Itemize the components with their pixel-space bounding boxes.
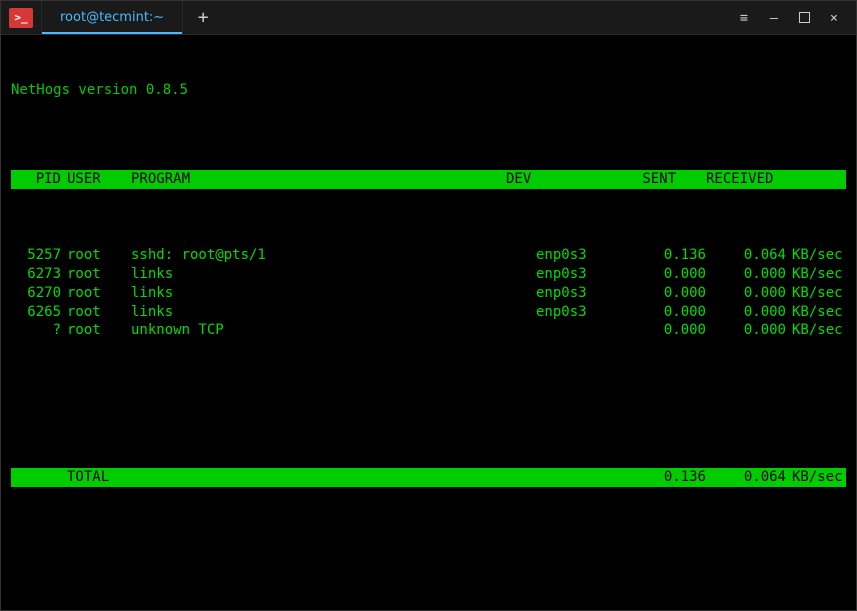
terminal-output: NetHogs version 0.8.5 PID USER PROGRAM D… xyxy=(1,35,856,513)
titlebar: >_ root@tecmint:~ + ≡ – × xyxy=(1,1,856,35)
cell-program: links xyxy=(131,303,536,322)
cell-recv: 0.000 xyxy=(706,321,786,340)
cell-pid: 6273 xyxy=(11,265,61,284)
col-user: USER xyxy=(61,170,131,189)
table-row: ?rootunknown TCP0.0000.000KB/sec xyxy=(11,321,846,340)
cell-dev: enp0s3 xyxy=(536,284,626,303)
tab-title: root@tecmint:~ xyxy=(60,10,164,25)
tab-active[interactable]: root@tecmint:~ xyxy=(41,1,183,34)
cell-program: links xyxy=(131,265,536,284)
cell-program: sshd: root@pts/1 xyxy=(131,246,536,265)
cell-sent: 0.000 xyxy=(626,265,706,284)
cell-recv: 0.000 xyxy=(706,284,786,303)
cell-unit: KB/sec xyxy=(786,246,846,265)
total-pad xyxy=(11,468,61,487)
minimize-button[interactable]: – xyxy=(766,10,782,26)
total-prog-pad xyxy=(131,468,536,487)
col-sent: SENT xyxy=(596,170,676,189)
cell-user: root xyxy=(61,321,131,340)
col-pid: PID xyxy=(11,170,61,189)
col-received: RECEIVED xyxy=(676,170,786,189)
col-unit xyxy=(786,170,846,189)
table-row: 6273rootlinksenp0s30.0000.000KB/sec xyxy=(11,265,846,284)
total-label: TOTAL xyxy=(61,468,131,487)
cell-pid: ? xyxy=(11,321,61,340)
cell-pid: 6265 xyxy=(11,303,61,322)
cell-sent: 0.000 xyxy=(626,321,706,340)
cell-sent: 0.000 xyxy=(626,303,706,322)
total-dev-pad xyxy=(536,468,626,487)
cell-sent: 0.136 xyxy=(626,246,706,265)
table-row: 6265rootlinksenp0s30.0000.000KB/sec xyxy=(11,303,846,322)
cell-program: links xyxy=(131,284,536,303)
table-header: PID USER PROGRAM DEV SENT RECEIVED xyxy=(11,170,846,189)
close-icon: × xyxy=(830,10,838,26)
cell-user: root xyxy=(61,265,131,284)
hamburger-icon: ≡ xyxy=(740,10,748,26)
cell-user: root xyxy=(61,284,131,303)
cell-unit: KB/sec xyxy=(786,284,846,303)
cell-recv: 0.000 xyxy=(706,265,786,284)
window-controls: ≡ – × xyxy=(722,1,856,34)
cell-sent: 0.000 xyxy=(626,284,706,303)
cell-dev: enp0s3 xyxy=(536,246,626,265)
spacer-row xyxy=(11,397,846,411)
terminal-icon: >_ xyxy=(9,8,33,28)
total-unit: KB/sec xyxy=(786,468,846,487)
cell-pid: 5257 xyxy=(11,246,61,265)
cell-unit: KB/sec xyxy=(786,321,846,340)
cell-dev: enp0s3 xyxy=(536,303,626,322)
cell-program: unknown TCP xyxy=(131,321,536,340)
cell-pid: 6270 xyxy=(11,284,61,303)
cell-dev: enp0s3 xyxy=(536,265,626,284)
table-row: 6270rootlinksenp0s30.0000.000KB/sec xyxy=(11,284,846,303)
maximize-button[interactable] xyxy=(796,10,812,26)
cell-unit: KB/sec xyxy=(786,303,846,322)
cell-user: root xyxy=(61,303,131,322)
cell-unit: KB/sec xyxy=(786,265,846,284)
cell-dev xyxy=(536,321,626,340)
titlebar-spacer xyxy=(223,1,722,34)
cell-user: root xyxy=(61,246,131,265)
plus-icon: + xyxy=(198,7,209,28)
col-program: PROGRAM xyxy=(131,170,506,189)
app-icon: >_ xyxy=(1,1,41,34)
cell-recv: 0.064 xyxy=(706,246,786,265)
minimize-icon: – xyxy=(770,10,778,26)
total-sent: 0.136 xyxy=(626,468,706,487)
table-row: 5257rootsshd: root@pts/1enp0s30.1360.064… xyxy=(11,246,846,265)
total-row: TOTAL 0.136 0.064 KB/sec xyxy=(11,468,846,487)
cell-recv: 0.000 xyxy=(706,303,786,322)
col-dev: DEV xyxy=(506,170,596,189)
total-recv: 0.064 xyxy=(706,468,786,487)
version-line: NetHogs version 0.8.5 xyxy=(11,81,846,100)
new-tab-button[interactable]: + xyxy=(183,1,223,34)
menu-button[interactable]: ≡ xyxy=(736,10,752,26)
process-list: 5257rootsshd: root@pts/1enp0s30.1360.064… xyxy=(11,246,846,340)
close-button[interactable]: × xyxy=(826,10,842,26)
maximize-icon xyxy=(799,12,810,23)
